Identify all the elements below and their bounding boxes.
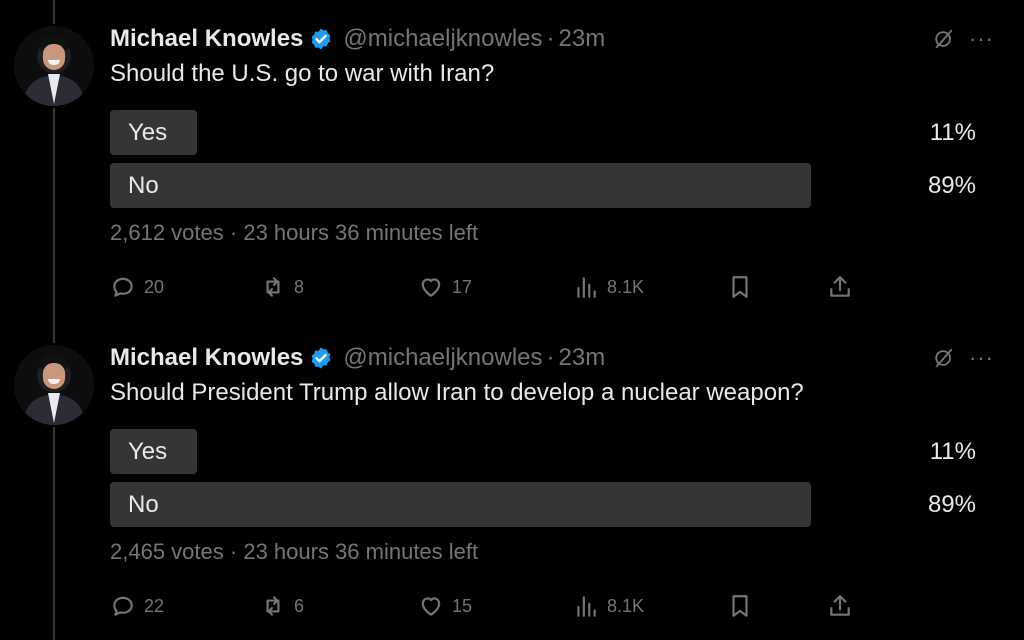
poll-option-percent: 89% bbox=[927, 491, 976, 518]
like-icon bbox=[421, 278, 441, 297]
poll-option-label: No bbox=[128, 172, 159, 199]
tweet-header: Michael Knowles @michaeljknowles · 23m bbox=[110, 341, 605, 375]
author-handle[interactable]: @michaeljknowles bbox=[343, 25, 542, 53]
tweet-header: Michael Knowles @michaeljknowles · 23m bbox=[110, 22, 605, 56]
poll-option-percent: 89% bbox=[927, 172, 976, 199]
tweet-2[interactable]: Michael Knowles @michaeljknowles · 23m ·… bbox=[0, 319, 1024, 637]
separator-dot: · bbox=[546, 25, 555, 52]
share-button[interactable] bbox=[827, 591, 853, 621]
poll-option-label: Yes bbox=[128, 119, 168, 146]
repost-icon bbox=[266, 277, 280, 297]
reply-icon bbox=[113, 596, 133, 616]
like-count: 17 bbox=[452, 276, 473, 297]
separator-dot: · bbox=[546, 344, 555, 371]
poll-option-yes: Yes 11% bbox=[110, 110, 976, 155]
more-icon[interactable]: ··· bbox=[969, 347, 994, 369]
reply-count: 22 bbox=[144, 595, 165, 616]
repost-button[interactable]: 8 bbox=[260, 272, 304, 302]
author-handle[interactable]: @michaeljknowles bbox=[343, 344, 542, 372]
bookmark-button[interactable] bbox=[727, 272, 753, 302]
author-name[interactable]: Michael Knowles bbox=[110, 344, 303, 372]
poll-meta: 2,465 votes · 23 hours 36 minutes left bbox=[110, 539, 478, 565]
like-count: 15 bbox=[452, 595, 473, 616]
share-button[interactable] bbox=[827, 272, 853, 302]
poll-bar bbox=[110, 163, 811, 208]
poll-option-percent: 11% bbox=[929, 438, 976, 465]
repost-button[interactable]: 6 bbox=[260, 591, 304, 621]
poll-option-percent: 11% bbox=[929, 119, 976, 146]
views-button[interactable]: 8.1K bbox=[573, 272, 644, 302]
reply-count: 20 bbox=[144, 276, 165, 297]
like-button[interactable]: 15 bbox=[418, 591, 472, 621]
timestamp[interactable]: 23m bbox=[559, 344, 606, 372]
avatar[interactable] bbox=[14, 26, 94, 106]
poll-meta: 2,612 votes · 23 hours 36 minutes left bbox=[110, 220, 478, 246]
poll-option-label: Yes bbox=[128, 438, 168, 465]
bookmark-icon bbox=[732, 276, 748, 298]
vote-count: 2,612 votes bbox=[110, 220, 224, 245]
tweet-text: Should President Trump allow Iran to dev… bbox=[110, 379, 804, 406]
reply-button[interactable]: 20 bbox=[110, 272, 164, 302]
more-icon[interactable]: ··· bbox=[969, 28, 994, 50]
views-button[interactable]: 8.1K bbox=[573, 591, 644, 621]
like-icon bbox=[421, 597, 441, 616]
share-icon bbox=[830, 276, 850, 297]
views-icon bbox=[577, 596, 596, 617]
reply-button[interactable]: 22 bbox=[110, 591, 164, 621]
tweet-1[interactable]: Michael Knowles @michaeljknowles · 23m ·… bbox=[0, 0, 1024, 318]
poll: Yes 11% No 89% bbox=[110, 429, 976, 535]
grok-icon[interactable] bbox=[933, 347, 955, 369]
repost-icon bbox=[266, 596, 280, 616]
bookmark-button[interactable] bbox=[727, 591, 753, 621]
poll-bar bbox=[110, 482, 811, 527]
action-bar: 20 8 17 8.1K bbox=[110, 272, 850, 302]
author-name[interactable]: Michael Knowles bbox=[110, 25, 303, 53]
time-left: 23 hours 36 minutes left bbox=[243, 539, 479, 564]
bookmark-icon bbox=[732, 595, 748, 617]
like-button[interactable]: 17 bbox=[418, 272, 472, 302]
view-count: 8.1K bbox=[607, 595, 645, 616]
separator-dot: · bbox=[229, 539, 238, 564]
poll-option-label: No bbox=[128, 491, 159, 518]
verified-badge-icon bbox=[311, 28, 331, 50]
reply-icon bbox=[113, 277, 133, 297]
poll-option-no: No 89% bbox=[110, 163, 976, 208]
poll: Yes 11% No 89% bbox=[110, 110, 976, 216]
view-count: 8.1K bbox=[607, 276, 645, 297]
time-left: 23 hours 36 minutes left bbox=[243, 220, 479, 245]
share-icon bbox=[830, 595, 850, 616]
poll-option-yes: Yes 11% bbox=[110, 429, 976, 474]
separator-dot: · bbox=[229, 220, 238, 245]
avatar[interactable] bbox=[14, 345, 94, 425]
views-icon bbox=[577, 277, 596, 298]
grok-icon[interactable] bbox=[933, 28, 955, 50]
repost-count: 8 bbox=[294, 276, 305, 297]
poll-option-no: No 89% bbox=[110, 482, 976, 527]
timestamp[interactable]: 23m bbox=[559, 25, 606, 53]
action-bar: 22 6 15 8.1K bbox=[110, 591, 850, 621]
vote-count: 2,465 votes bbox=[110, 539, 224, 564]
tweet-text: Should the U.S. go to war with Iran? bbox=[110, 60, 495, 87]
verified-badge-icon bbox=[311, 347, 331, 369]
repost-count: 6 bbox=[294, 595, 305, 616]
